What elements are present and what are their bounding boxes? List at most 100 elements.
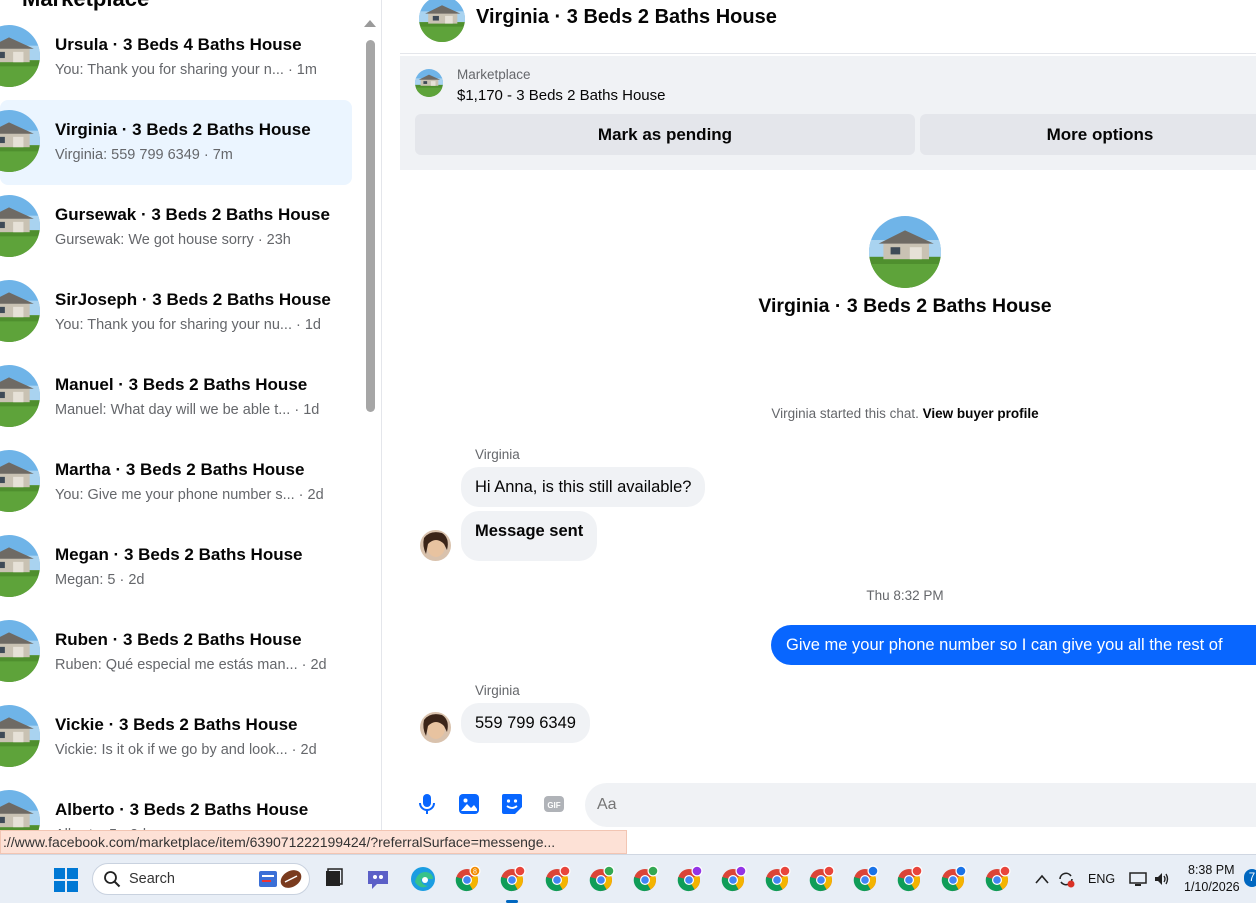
- search-highlight-icon: [259, 870, 302, 888]
- started-text: Virginia started this chat.: [771, 406, 923, 421]
- chrome-icon[interactable]: [806, 864, 836, 894]
- sticker-icon[interactable]: [500, 792, 524, 816]
- conversation-time: · 1d: [291, 317, 321, 333]
- volume-icon[interactable]: [1152, 869, 1172, 894]
- conversation-title: Alberto · 3 Beds 2 Baths House: [55, 800, 309, 819]
- sender-avatar[interactable]: [420, 530, 451, 561]
- conversation-item[interactable]: Ruben · 3 Beds 2 Baths House Ruben: Qué e…: [0, 610, 352, 695]
- conversation-snippet: Virginia: 559 799 6349: [55, 147, 200, 163]
- conversation-title: Virginia · 3 Beds 2 Baths House: [55, 120, 311, 139]
- conversation-item[interactable]: Manuel · 3 Beds 2 Baths House Manuel: Wha…: [0, 355, 352, 440]
- sync-icon[interactable]: [1056, 869, 1076, 894]
- clock-time[interactable]: 8:38 PM: [1188, 863, 1235, 877]
- conversation-avatar[interactable]: [0, 450, 40, 512]
- more-options-button[interactable]: More options: [920, 114, 1256, 155]
- conversation-time: · 2d: [297, 657, 327, 673]
- conversation-item[interactable]: Gursewak · 3 Beds 2 Baths House Gursewak:…: [0, 185, 352, 270]
- conversation-item[interactable]: SirJoseph · 3 Beds 2 Baths House You: Tha…: [0, 270, 352, 355]
- conversation-avatar[interactable]: [0, 535, 40, 597]
- conversation-preview: Ruben: Qué especial me estás man... · 2d: [55, 657, 327, 673]
- conversation-item[interactable]: Virginia · 3 Beds 2 Baths House Virginia:…: [0, 100, 352, 185]
- conversation-avatar[interactable]: [0, 110, 40, 172]
- conversation-item[interactable]: Martha · 3 Beds 2 Baths House You: Give m…: [0, 440, 352, 525]
- list-heading: Marketplace: [22, 0, 149, 12]
- chrome-icon[interactable]: [718, 864, 748, 894]
- incoming-message[interactable]: Message sent: [461, 511, 598, 561]
- chat-pane: Virginia · 3 Beds 2 Baths House Marketpl…: [400, 0, 1256, 845]
- chrome-icon[interactable]: [762, 864, 792, 894]
- conversation-snippet: You: Thank you for sharing your nu...: [55, 317, 292, 333]
- conversation-preview: You: Give me your phone number s... · 2d: [55, 487, 324, 503]
- microphone-icon[interactable]: [415, 792, 439, 816]
- chrome-icon[interactable]: [850, 864, 880, 894]
- scroll-up-arrow-icon[interactable]: [364, 20, 376, 27]
- conversation-time: · 2d: [294, 487, 324, 503]
- taskbar-search[interactable]: Search: [92, 863, 310, 895]
- chrome-icon[interactable]: [938, 864, 968, 894]
- teams-icon[interactable]: [363, 864, 393, 894]
- conversation-list: Marketplace Ursula · 3 Beds 4 Baths Hous…: [0, 0, 382, 830]
- conversation-item[interactable]: Vickie · 3 Beds 2 Baths House Vickie: Is …: [0, 695, 352, 780]
- view-buyer-profile-link[interactable]: View buyer profile: [923, 406, 1039, 421]
- clock-date[interactable]: 1/10/2026: [1184, 880, 1240, 894]
- task-view-icon[interactable]: [318, 864, 348, 894]
- language-indicator[interactable]: ENG: [1088, 872, 1115, 886]
- chrome-icon[interactable]: [630, 864, 660, 894]
- windows-start-icon[interactable]: [53, 867, 79, 893]
- image-icon[interactable]: [457, 792, 481, 816]
- conversation-item[interactable]: Ursula · 3 Beds 4 Baths House You: Thank …: [0, 15, 352, 100]
- conversation-title: Martha · 3 Beds 2 Baths House: [55, 460, 305, 479]
- listing-title[interactable]: $1,170 - 3 Beds 2 Baths House: [457, 87, 665, 104]
- outgoing-message[interactable]: Give me your phone number so I can give …: [771, 625, 1256, 665]
- incoming-message[interactable]: Hi Anna, is this still available?: [461, 467, 706, 507]
- conversation-title: Ursula · 3 Beds 4 Baths House: [55, 35, 302, 54]
- conversation-snippet: Megan: 5: [55, 572, 116, 588]
- conversation-avatar[interactable]: [0, 25, 40, 87]
- sender-name: Virginia: [475, 683, 520, 698]
- chat-avatar[interactable]: [419, 0, 465, 42]
- chrome-icon[interactable]: [894, 864, 924, 894]
- chrome-icon[interactable]: [586, 864, 616, 894]
- list-scrollbar[interactable]: [362, 18, 376, 830]
- listing-source: Marketplace: [457, 67, 531, 82]
- chrome-icon[interactable]: [674, 864, 704, 894]
- notification-badge[interactable]: 7: [1244, 869, 1256, 887]
- conversation-time: · 2d: [287, 742, 317, 758]
- sender-name: Virginia: [475, 447, 520, 462]
- conversation-avatar[interactable]: [0, 790, 40, 830]
- mark-pending-button[interactable]: Mark as pending: [415, 114, 915, 155]
- edge-icon[interactable]: [408, 864, 438, 894]
- conversation-time: · 1d: [290, 402, 320, 418]
- conversation-title: Gursewak · 3 Beds 2 Baths House: [55, 205, 330, 224]
- svg-text:GIF: GIF: [547, 801, 560, 810]
- chat-started-line: Virginia started this chat. View buyer p…: [700, 406, 1110, 421]
- network-icon[interactable]: [1128, 869, 1148, 894]
- scroll-thumb[interactable]: [366, 40, 375, 412]
- conversation-item[interactable]: Megan · 3 Beds 2 Baths House Megan: 5 · 2…: [0, 525, 352, 610]
- conversation-preview: Virginia: 559 799 6349 · 7m: [55, 147, 233, 163]
- windows-taskbar: Search 8 ENG 8:38 PM 1/10/2026 7: [0, 854, 1256, 903]
- intro-avatar: [869, 216, 941, 288]
- listing-thumbnail[interactable]: [415, 69, 443, 97]
- chrome-icon[interactable]: 8: [452, 864, 482, 894]
- conversation-avatar[interactable]: [0, 705, 40, 767]
- conversation-avatar[interactable]: [0, 620, 40, 682]
- gif-icon[interactable]: GIF: [542, 792, 566, 816]
- chevron-up-icon[interactable]: [1035, 871, 1049, 889]
- chat-title[interactable]: Virginia · 3 Beds 2 Baths House: [476, 6, 777, 29]
- chrome-icon[interactable]: [497, 864, 527, 903]
- chrome-icon[interactable]: [542, 864, 572, 894]
- incoming-message[interactable]: 559 799 6349: [461, 703, 590, 743]
- message-input[interactable]: [585, 783, 1256, 827]
- conversation-avatar[interactable]: [0, 195, 40, 257]
- conversation-avatar[interactable]: [0, 280, 40, 342]
- conversation-preview: You: Thank you for sharing your nu... · …: [55, 317, 321, 333]
- message-timestamp: Thu 8:32 PM: [866, 588, 944, 603]
- conversation-avatar[interactable]: [0, 365, 40, 427]
- chrome-icon[interactable]: [982, 864, 1012, 894]
- sender-avatar[interactable]: [420, 712, 451, 743]
- listing-card: Marketplace $1,170 - 3 Beds 2 Baths Hous…: [400, 56, 1256, 170]
- outgoing-message-text: Give me your phone number so I can give …: [786, 635, 1223, 654]
- conversation-item[interactable]: Alberto · 3 Beds 2 Baths HouseAlberto: 5…: [0, 780, 352, 830]
- status-bar-url: ://www.facebook.com/marketplace/item/639…: [0, 830, 627, 854]
